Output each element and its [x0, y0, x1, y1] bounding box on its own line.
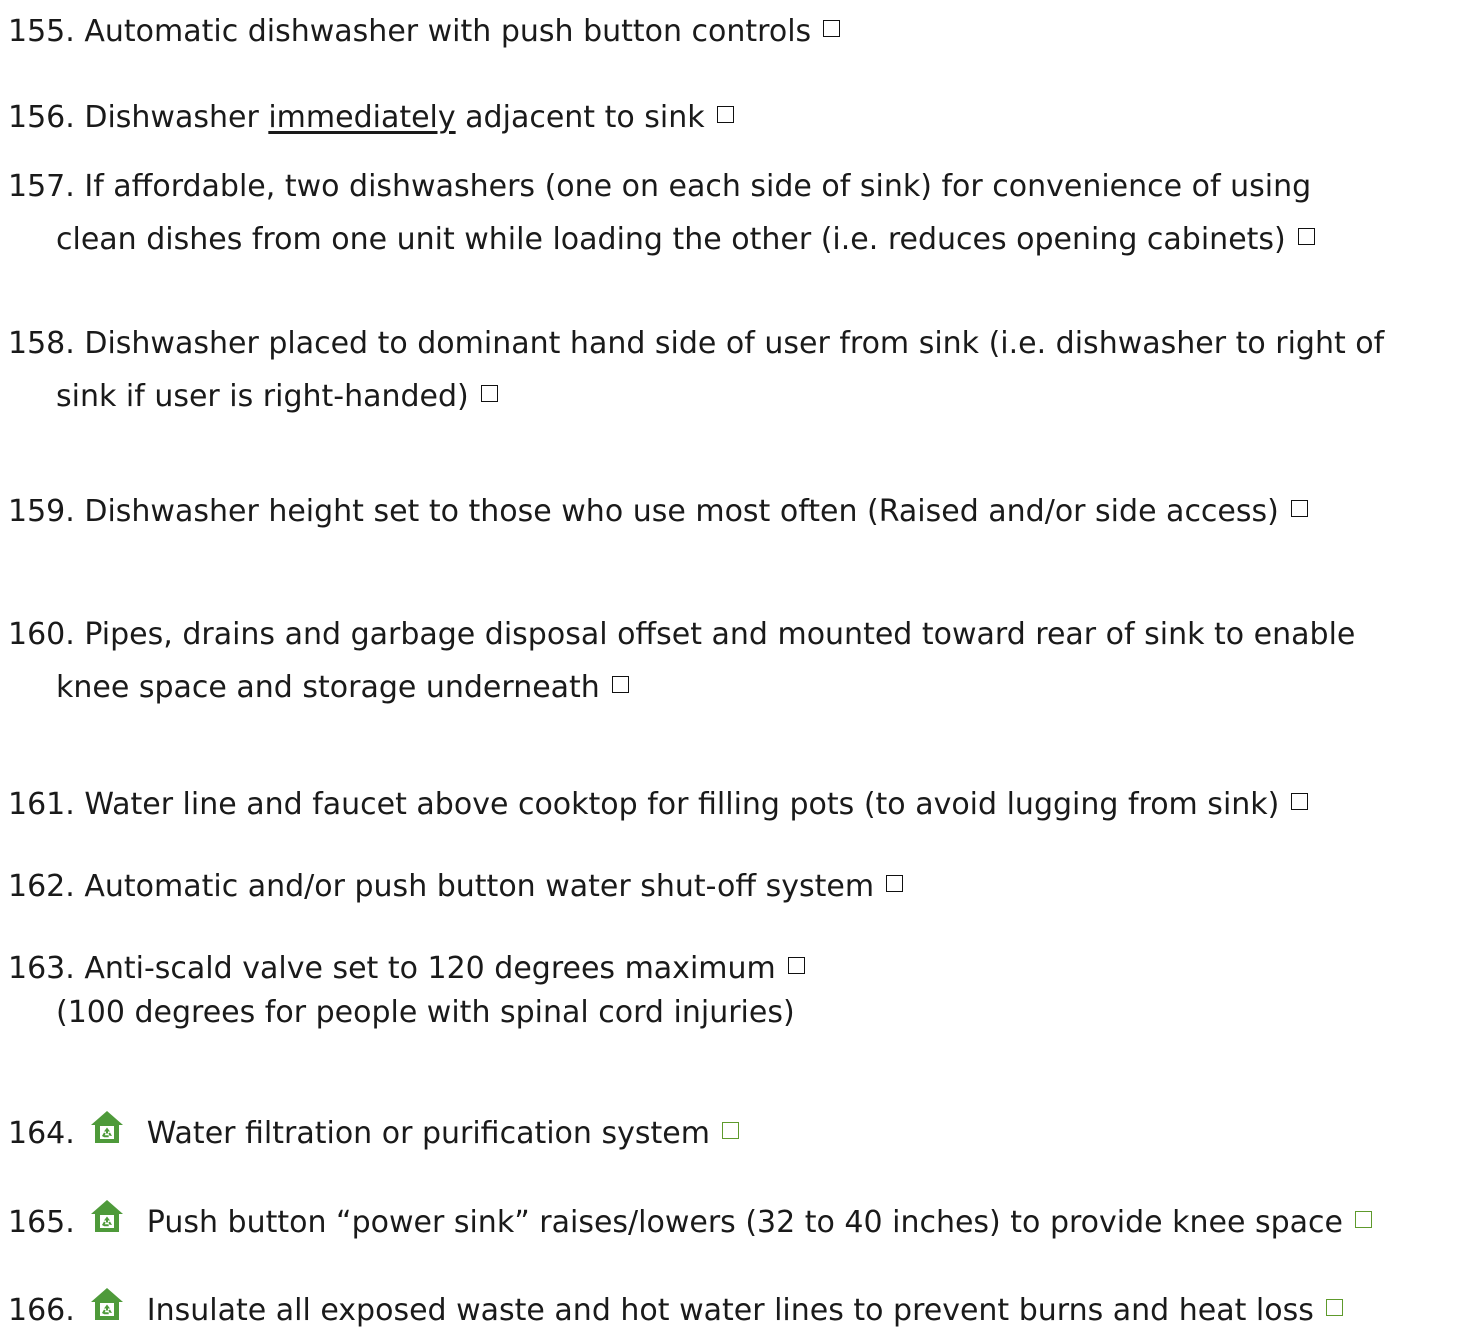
green-home-recycle-icon: [90, 1200, 123, 1232]
checkbox[interactable]: [1325, 1299, 1348, 1321]
checklist-item-157: 157. If affordable, two dishwashers (one…: [8, 160, 1452, 266]
checklist-item-160: 160. Pipes, drains and garbage disposal …: [8, 608, 1452, 714]
item-number: 157.: [8, 169, 75, 204]
item-number: 159.: [8, 494, 75, 529]
green-home-recycle-icon: [90, 1111, 123, 1143]
item-text: Insulate all exposed waste and hot water…: [146, 1293, 1314, 1328]
item-number: 163.: [8, 951, 75, 986]
checklist-item-162: 162. Automatic and/or push button water …: [8, 860, 1452, 913]
checklist-item-161: 161. Water line and faucet above cooktop…: [8, 778, 1452, 831]
checkbox[interactable]: [716, 106, 739, 128]
item-text: Water line and faucet above cooktop for …: [84, 787, 1280, 822]
item-text-continued: sink if user is right-handed): [56, 379, 469, 414]
checklist-item-165: 165. Push button “power sink” raises/low…: [8, 1196, 1452, 1249]
item-number: 161.: [8, 787, 75, 822]
item-text: Automatic dishwasher with push button co…: [84, 14, 812, 49]
checklist-item-159: 159. Dishwasher height set to those who …: [8, 485, 1452, 538]
checklist-item-166: 166. Insulate all exposed waste and hot …: [8, 1284, 1452, 1337]
item-number: 166.: [8, 1293, 75, 1328]
checklist-item-158: 158. Dishwasher placed to dominant hand …: [8, 317, 1452, 423]
checkbox[interactable]: [1297, 228, 1320, 250]
item-text-emphasis: immediately: [268, 100, 456, 135]
item-text-continued: (100 degrees for people with spinal cord…: [56, 995, 795, 1030]
checklist-item-163: 163. Anti-scald valve set to 120 degrees…: [8, 947, 1452, 1035]
item-text: Dishwasher height set to those who use m…: [84, 494, 1279, 529]
item-number: 160.: [8, 617, 75, 652]
checkbox[interactable]: [1355, 1211, 1377, 1233]
item-text: If affordable, two dishwashers (one on e…: [84, 169, 1312, 204]
item-text: Dishwasher placed to dominant hand side …: [84, 326, 1385, 361]
checkbox[interactable]: [1290, 500, 1313, 522]
checkbox[interactable]: [823, 20, 846, 42]
item-number: 162.: [8, 869, 75, 904]
item-text: Water filtration or purification system: [146, 1116, 710, 1151]
item-number: 156.: [8, 100, 75, 135]
item-text: Automatic and/or push button water shut-…: [84, 869, 875, 904]
checkbox[interactable]: [787, 957, 810, 979]
checkbox[interactable]: [611, 676, 634, 698]
item-text-before: Dishwasher: [84, 100, 269, 135]
checkbox[interactable]: [886, 875, 909, 897]
green-home-recycle-icon: [90, 1288, 123, 1320]
checkbox[interactable]: [721, 1122, 744, 1144]
item-number: 158.: [8, 326, 75, 361]
checkbox[interactable]: [1291, 793, 1314, 815]
item-text: Anti-scald valve set to 120 degrees maxi…: [84, 951, 776, 986]
checklist-item-155: 155. Automatic dishwasher with push butt…: [8, 5, 1452, 58]
checkbox[interactable]: [480, 385, 503, 407]
item-text-continued: clean dishes from one unit while loading…: [56, 222, 1286, 257]
item-text: Push button “power sink” raises/lowers (…: [146, 1205, 1343, 1240]
item-text-continued: knee space and storage underneath: [56, 670, 600, 705]
item-number: 155.: [8, 14, 75, 49]
item-text-after: adjacent to sink: [455, 100, 705, 135]
checklist-item-164: 164. Water filtration or purification sy…: [8, 1107, 1452, 1160]
item-text: Pipes, drains and garbage disposal offse…: [84, 617, 1356, 652]
item-number: 164.: [8, 1116, 75, 1151]
checklist-item-156: 156. Dishwasher immediately adjacent to …: [8, 91, 1452, 144]
item-number: 165.: [8, 1205, 75, 1240]
